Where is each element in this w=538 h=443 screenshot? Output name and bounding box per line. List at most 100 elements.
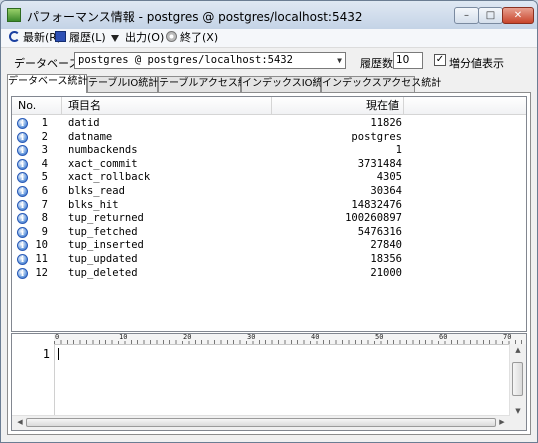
info-icon: i (17, 253, 28, 265)
row-name: tup_fetched (68, 225, 138, 238)
row-value: 30364 (370, 184, 402, 197)
tab-table-io-stats[interactable]: テーブルIO統計 (87, 76, 158, 92)
scrollbar-corner (510, 416, 526, 430)
refresh-icon (9, 31, 20, 42)
horizontal-scrollbar[interactable]: ◀ ▶ (12, 415, 510, 430)
list-row[interactable]: i 9 tup_fetched 5476316 (12, 226, 526, 240)
increment-label: 増分値表示 (449, 57, 504, 70)
history-count-input[interactable]: 10 (393, 52, 423, 69)
row-name: datname (68, 130, 113, 143)
row-value: 27840 (370, 239, 402, 252)
list-row[interactable]: i 7 blks_hit 14832476 (12, 199, 526, 213)
row-no: 7 (41, 198, 48, 211)
database-toolbar: データベース postgres @ postgres/localhost:543… (1, 49, 537, 73)
ruler-tick: 30 (246, 333, 257, 341)
database-select[interactable]: postgres @ postgres/localhost:5432 ▼ (74, 52, 346, 69)
tab-index-io-stats[interactable]: インデックスIO統計 (241, 76, 333, 92)
row-value: 4305 (376, 171, 402, 184)
row-name: xact_rollback (68, 171, 151, 184)
title-bar[interactable]: パフォーマンス情報 - postgres @ postgres/localhos… (1, 1, 537, 29)
close-button[interactable]: ✕ (502, 7, 534, 24)
scroll-up-icon[interactable]: ▲ (510, 346, 526, 354)
vertical-scroll-thumb[interactable] (512, 362, 523, 396)
list-row[interactable]: i 8 tup_returned 100260897 (12, 212, 526, 226)
row-name: datid (68, 117, 100, 129)
list-row[interactable]: i 3 numbackends 1 (12, 144, 526, 158)
performance-window: パフォーマンス情報 - postgres @ postgres/localhos… (0, 0, 538, 443)
column-header-value[interactable]: 現在値 (272, 97, 404, 114)
row-no: 4 (41, 157, 48, 170)
info-icon: i (17, 199, 28, 211)
row-no: 2 (41, 130, 48, 143)
scroll-down-icon[interactable]: ▼ (510, 407, 526, 415)
menu-output[interactable]: 出力(O) (111, 31, 164, 45)
list-row[interactable]: i 4 xact_commit 3731484 (12, 158, 526, 172)
column-header-no[interactable]: No. (12, 97, 62, 114)
tab-panel: No. 項目名 現在値 i 1 datid 11826 i 2 datname postgr… (7, 92, 531, 435)
minimize-button[interactable]: – (454, 7, 479, 24)
info-icon: i (17, 172, 28, 184)
row-no: 11 (35, 252, 48, 265)
tab-index-access-stats[interactable]: インデックスアクセス統計 (321, 76, 441, 92)
list-header: No. 項目名 現在値 (12, 97, 526, 115)
row-value: 100260897 (345, 212, 402, 225)
list-row[interactable]: i 12 tup_deleted 21000 (12, 267, 526, 281)
list-row[interactable]: i 10 tup_inserted 27840 (12, 239, 526, 253)
row-no: 8 (41, 212, 48, 225)
horizontal-scroll-thumb[interactable] (26, 418, 496, 427)
ruler-tick: 60 (438, 333, 449, 341)
ruler-tick: 20 (182, 333, 193, 341)
save-icon (55, 31, 66, 42)
menu-refresh[interactable]: 最新(R) (9, 31, 61, 45)
row-value: postgres (351, 130, 402, 143)
row-value: 11826 (370, 117, 402, 129)
window-title: パフォーマンス情報 - postgres @ postgres/localhos… (27, 10, 363, 24)
row-no: 10 (35, 239, 48, 252)
dropdown-arrow-icon (111, 35, 119, 42)
column-header-name[interactable]: 項目名 (62, 97, 272, 114)
row-value: 3731484 (357, 157, 402, 170)
list-row[interactable]: i 2 datname postgres (12, 131, 526, 145)
list-row[interactable]: i 1 datid 11826 (12, 117, 526, 131)
tab-database-stats[interactable]: データベース統計 (7, 74, 88, 93)
list-row[interactable]: i 11 tup_updated 18356 (12, 253, 526, 267)
vertical-scrollbar[interactable]: ▲ ▼ (509, 344, 526, 417)
row-no: 9 (41, 225, 48, 238)
menu-bar: 最新(R) 履歴(L) 出力(O) 終了(X) (1, 29, 537, 48)
info-icon: i (17, 131, 28, 143)
info-icon: i (17, 267, 28, 279)
ruler-tick: 50 (374, 333, 385, 341)
row-value: 18356 (370, 252, 402, 265)
row-no: 6 (41, 184, 48, 197)
menu-exit[interactable]: 終了(X) (166, 31, 218, 45)
stats-list[interactable]: No. 項目名 現在値 i 1 datid 11826 i 2 datname postgr… (11, 96, 527, 332)
list-row[interactable]: i 6 blks_read 30364 (12, 185, 526, 199)
ruler-tick: 70 (502, 333, 513, 341)
menu-history-label: 履歴(L) (69, 31, 106, 44)
history-count-label: 履歴数 (360, 57, 393, 70)
text-editor[interactable]: 1 0 10 20 30 40 50 60 70 ▲ ▼ ◀ ▶ (11, 333, 527, 431)
row-no: 5 (41, 171, 48, 184)
line-number: 1 (42, 347, 50, 361)
row-name: tup_updated (68, 252, 138, 265)
row-no: 12 (35, 266, 48, 279)
row-name: blks_hit (68, 198, 119, 211)
row-name: tup_inserted (68, 239, 144, 252)
menu-history[interactable]: 履歴(L) (55, 31, 106, 45)
scroll-right-icon[interactable]: ▶ (494, 418, 510, 426)
column-ruler: 0 10 20 30 40 50 60 70 (54, 334, 526, 345)
menu-output-label: 出力(O) (125, 31, 165, 44)
stats-tabs: データベース統計 テーブルIO統計 テーブルアクセス統計 インデックスIO統計 … (7, 74, 533, 93)
increment-checkbox[interactable]: ✓ (434, 54, 446, 66)
tab-table-access-stats[interactable]: テーブルアクセス統計 (158, 76, 258, 92)
row-name: xact_commit (68, 157, 138, 170)
row-value: 1 (395, 144, 402, 157)
info-icon: i (17, 185, 28, 197)
maximize-button[interactable]: □ (478, 7, 503, 24)
chevron-down-icon[interactable]: ▼ (337, 53, 342, 68)
list-row[interactable]: i 5 xact_rollback 4305 (12, 171, 526, 185)
row-no: 3 (41, 144, 48, 157)
database-select-value: postgres @ postgres/localhost:5432 (78, 54, 293, 66)
app-icon (7, 8, 21, 22)
row-value: 5476316 (357, 225, 402, 238)
